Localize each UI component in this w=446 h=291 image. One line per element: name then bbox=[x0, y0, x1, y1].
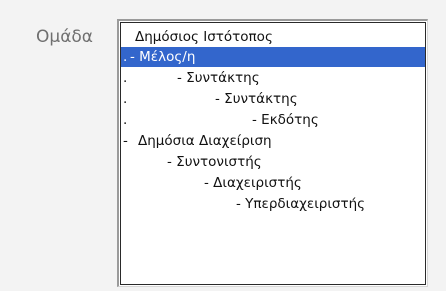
option-label: - Συντάκτης bbox=[177, 70, 260, 86]
option-label: - Υπερδιαχειριστής bbox=[236, 196, 366, 212]
option-member[interactable]: . - Μέλος/η bbox=[121, 47, 425, 67]
option-publisher[interactable]: . - Εκδότης bbox=[121, 110, 425, 130]
option-label: Δημόσια Διαχείριση bbox=[138, 133, 272, 149]
option-label: - Διαχειριστής bbox=[204, 175, 302, 191]
option-public-admin[interactable]: - Δημόσια Διαχείριση bbox=[121, 131, 425, 151]
option-lead: . bbox=[123, 91, 128, 107]
option-lead: . bbox=[123, 70, 128, 86]
option-administrator[interactable]: - Διαχειριστής bbox=[121, 173, 425, 193]
group-label: Ομάδα bbox=[36, 27, 94, 47]
option-public-site[interactable]: Δημόσιος Ιστότοπος bbox=[121, 27, 425, 47]
group-field: Ομάδα Δημόσιος Ιστότοπος . - Μέλος/η . -… bbox=[0, 0, 446, 291]
option-label: - Εκδότης bbox=[252, 112, 319, 128]
option-lead: . bbox=[123, 49, 128, 65]
option-lead: - bbox=[123, 133, 128, 149]
option-lead: . bbox=[123, 112, 128, 128]
option-super-admin[interactable]: - Υπερδιαχειριστής bbox=[121, 194, 425, 214]
option-editor-2[interactable]: . - Συντάκτης bbox=[121, 89, 425, 109]
option-coordinator[interactable]: - Συντονιστής bbox=[121, 152, 425, 172]
option-label: - Συντάκτης bbox=[215, 91, 298, 107]
option-label: Δημόσιος Ιστότοπος bbox=[135, 29, 273, 45]
group-listbox-options: Δημόσιος Ιστότοπος . - Μέλος/η . - Συντά… bbox=[120, 22, 426, 285]
option-label: - Μέλος/η bbox=[130, 49, 196, 65]
option-editor[interactable]: . - Συντάκτης bbox=[121, 68, 425, 88]
option-label: - Συντονιστής bbox=[167, 154, 262, 170]
group-listbox[interactable]: Δημόσιος Ιστότοπος . - Μέλος/η . - Συντά… bbox=[117, 19, 428, 287]
